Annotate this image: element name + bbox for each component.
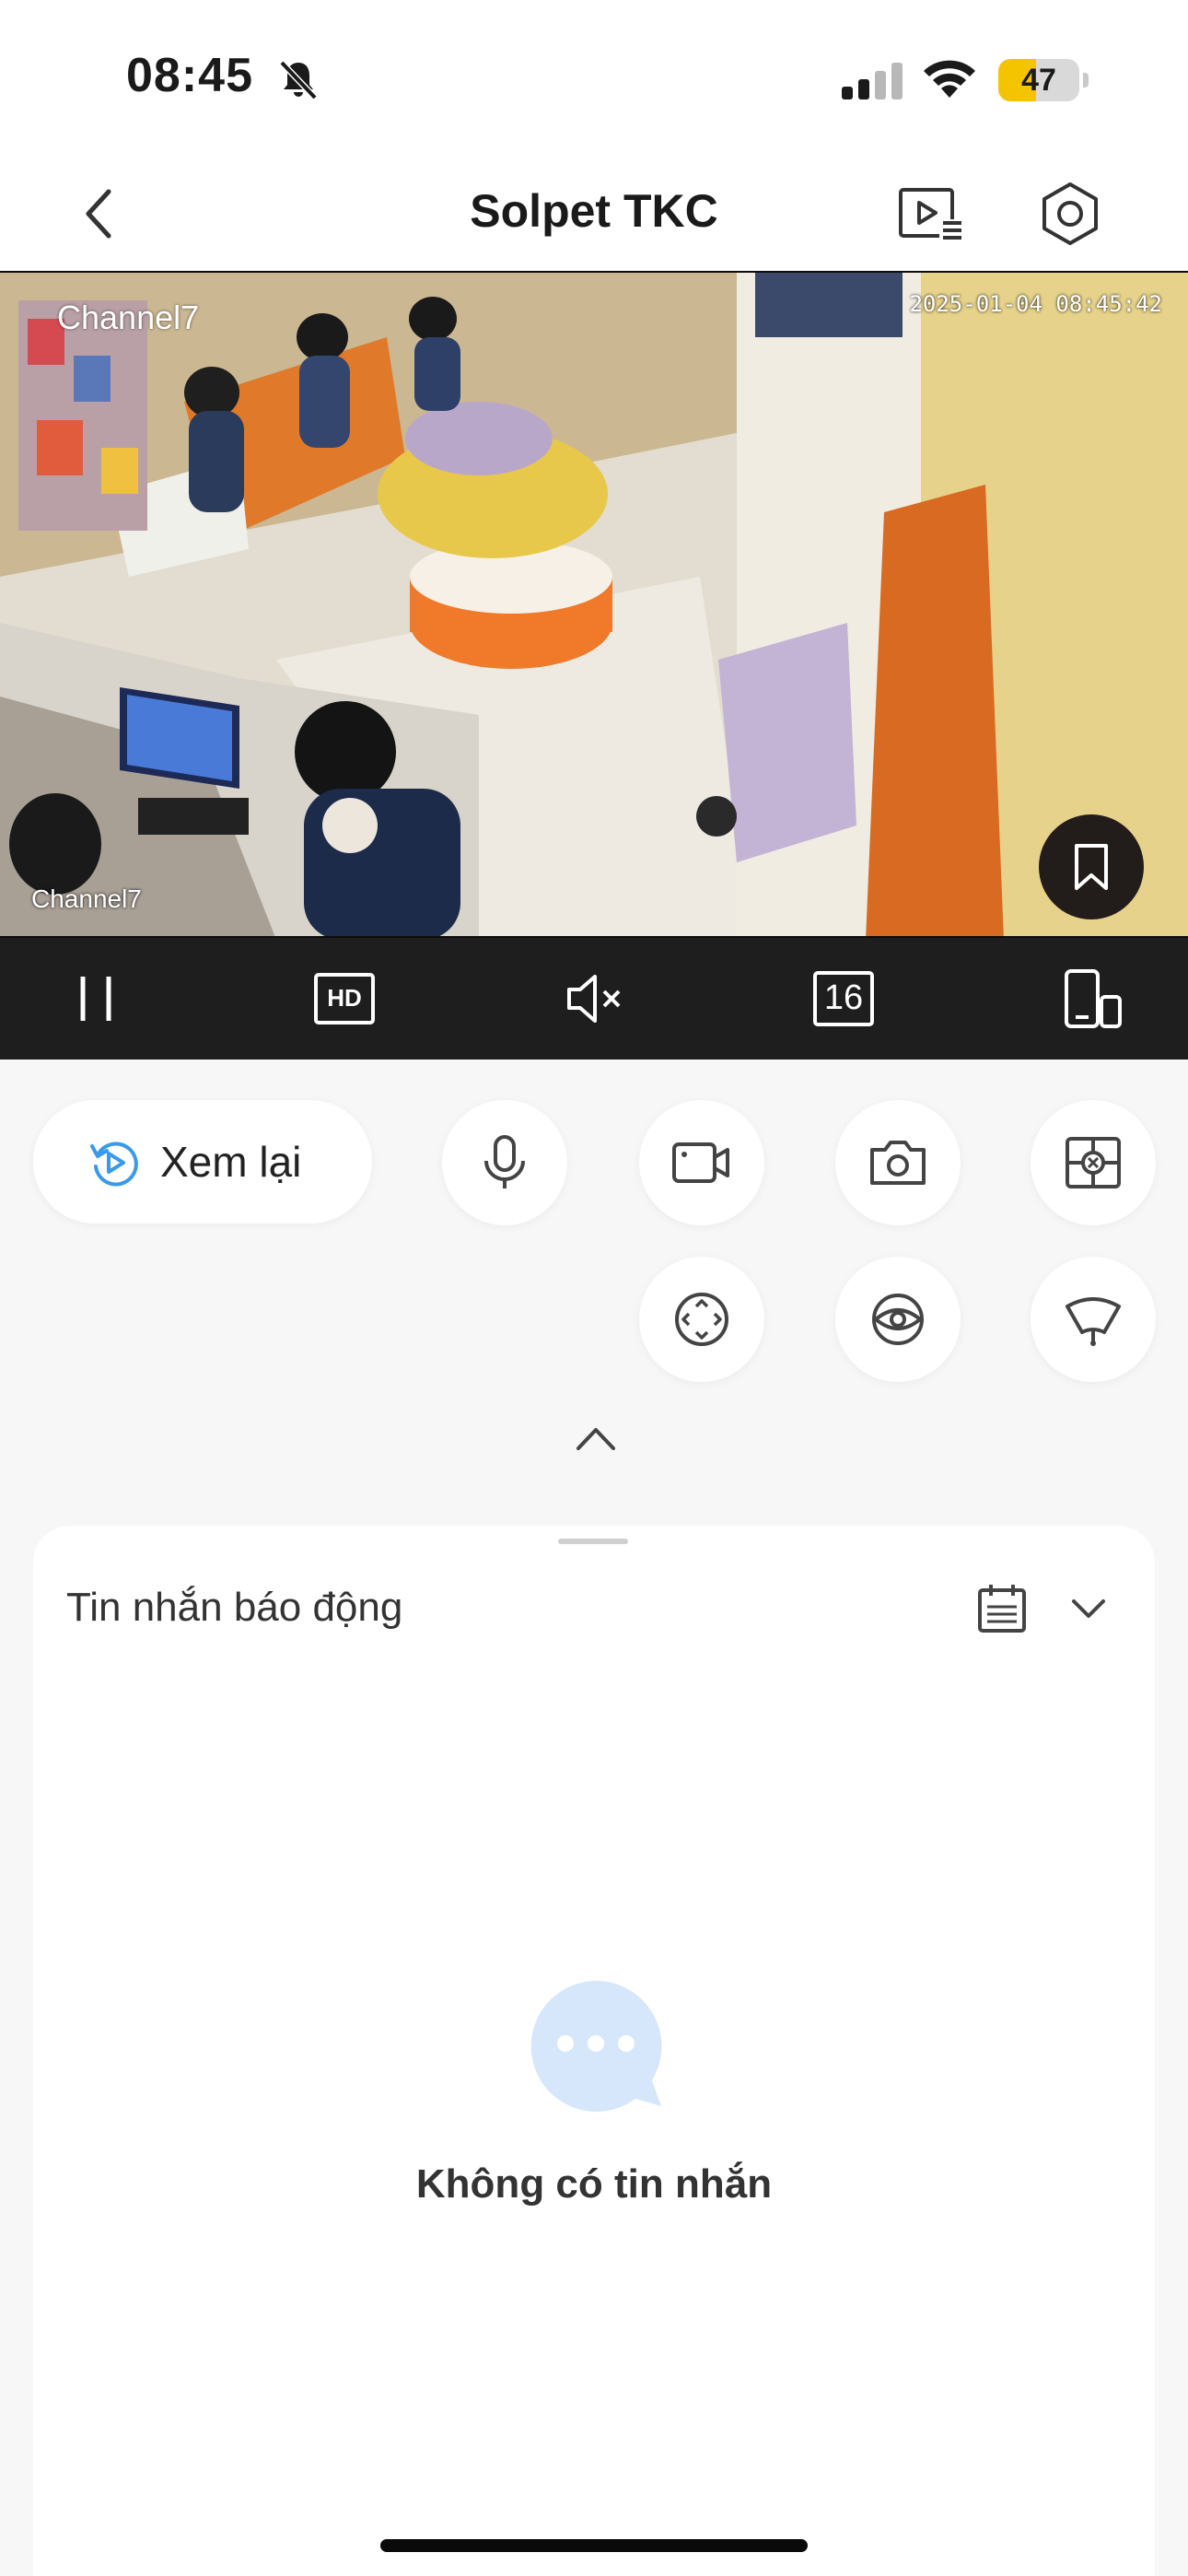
bell-off-icon	[279, 60, 318, 100]
replay-button[interactable]: Xem lại	[33, 1100, 372, 1224]
mute-icon[interactable]	[560, 966, 626, 1032]
replay-icon	[90, 1142, 138, 1187]
cellular-signal-icon	[842, 63, 903, 100]
chevron-down-icon[interactable]	[1068, 1592, 1109, 1625]
replay-label: Xem lại	[160, 1138, 302, 1186]
home-indicator	[380, 2539, 808, 2552]
drag-handle[interactable]	[558, 1539, 628, 1544]
split-screen-button[interactable]: 16	[810, 966, 877, 1032]
status-bar: 08:45 47	[0, 0, 1188, 157]
battery-percent: 47	[1021, 63, 1056, 98]
calendar-icon[interactable]	[974, 1581, 1030, 1636]
bookmark-button[interactable]	[1039, 814, 1144, 919]
video-control-bar: HD 16	[0, 938, 1188, 1060]
alarm-messages-panel: Tin nhắn báo động Không có tin nhắn	[33, 1526, 1155, 2576]
split-count: 16	[823, 978, 864, 1017]
snapshot-button[interactable]	[835, 1100, 961, 1225]
alarm-title: Tin nhắn báo động	[66, 1585, 403, 1630]
talk-button[interactable]	[442, 1100, 567, 1225]
rotate-screen-icon[interactable]	[1059, 966, 1125, 1032]
empty-state-text: Không có tin nhắn	[415, 2161, 773, 2207]
battery-tip	[1083, 73, 1089, 88]
bookmark-icon	[1075, 844, 1108, 890]
wiper-icon	[1066, 1297, 1121, 1346]
camera-scene	[0, 273, 1188, 936]
chevron-up-icon[interactable]	[571, 1421, 621, 1458]
page-title: Solpet TKC	[470, 185, 718, 237]
live-video-feed[interactable]: Channel7 2025-01-04 08:45:42 Channel7	[0, 271, 1188, 938]
navigation-bar: Solpet TKC	[0, 157, 1188, 271]
record-button[interactable]	[639, 1100, 764, 1225]
channel-label-bottom: Channel7	[31, 884, 142, 913]
channel-label-top: Channel7	[57, 299, 200, 336]
ptz-control-button[interactable]	[639, 1257, 764, 1382]
video-camera-icon	[672, 1142, 729, 1183]
pause-icon[interactable]	[63, 966, 129, 1032]
wiper-button[interactable]	[1031, 1257, 1156, 1382]
camera-icon	[870, 1141, 926, 1185]
playback-list-icon[interactable]	[893, 177, 967, 251]
privacy-mask-button[interactable]	[1031, 1100, 1156, 1225]
battery-indicator: 47	[998, 59, 1089, 101]
quality-toggle-button[interactable]: HD	[311, 966, 378, 1032]
video-timestamp: 2025-01-04 08:45:42	[909, 291, 1162, 317]
grid-off-icon	[1066, 1137, 1121, 1188]
microphone-icon	[484, 1135, 525, 1188]
wifi-icon	[924, 60, 975, 98]
settings-icon[interactable]	[1033, 177, 1107, 251]
view-mode-button[interactable]	[835, 1257, 961, 1382]
chat-bubble-icon	[530, 1980, 662, 2112]
quality-label: HD	[327, 984, 362, 1012]
ptz-directions-icon	[675, 1293, 728, 1346]
status-time: 08:45	[126, 49, 253, 102]
battery-body: 47	[998, 59, 1079, 101]
eye-icon	[872, 1294, 924, 1345]
